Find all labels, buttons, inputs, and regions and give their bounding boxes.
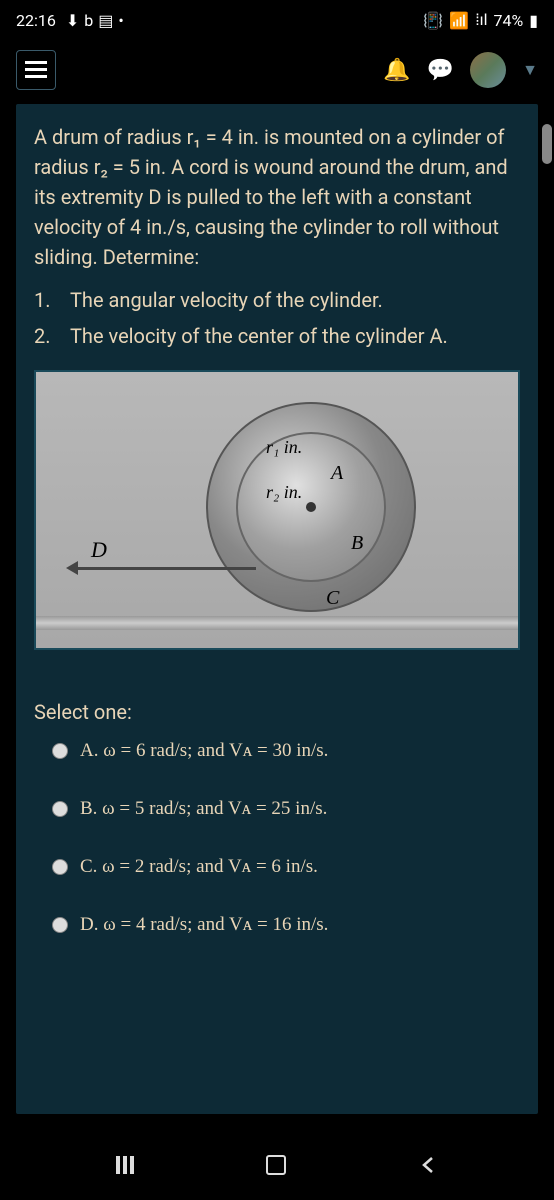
diagram: r₁ in. r₂ in. A B C D: [34, 370, 520, 650]
recent-icon: [116, 1156, 134, 1174]
status-right: 📳 📶 ⁞ıl 74% ▮: [423, 10, 538, 30]
option-c-text: C. ω = 2 rad/s; and Vᴀ = 6 in/s.: [80, 856, 318, 878]
list-item: 2. The velocity of the center of the cyl…: [34, 320, 520, 352]
menu-icon: [25, 61, 47, 79]
header-right: 🔔 💬 ▼: [383, 52, 538, 88]
status-left: 22:16 ⬇ b ▤ •: [16, 11, 124, 30]
avatar[interactable]: [470, 52, 506, 88]
status-time: 22:16: [16, 11, 56, 30]
cord-line: [76, 567, 256, 570]
label-C: C: [326, 587, 339, 610]
option-a[interactable]: A. ω = 6 rad/s; and Vᴀ = 30 in/s.: [34, 740, 520, 762]
app-header: 🔔 💬 ▼: [0, 40, 554, 100]
status-notif-icons: ⬇ b ▤ •: [66, 11, 124, 30]
option-d-text: D. ω = 4 rad/s; and Vᴀ = 16 in/s.: [80, 914, 328, 936]
cord-arrow-icon: [66, 561, 78, 575]
vibrate-icon: 📳: [423, 11, 443, 30]
chevron-down-icon[interactable]: ▼: [522, 60, 538, 80]
radio-a[interactable]: [52, 743, 68, 759]
select-one-label: Select one:: [34, 700, 520, 724]
signal-icon: ⁞ıl: [475, 10, 487, 30]
question-card: A drum of radius r₁ = 4 in. is mounted o…: [16, 104, 538, 1114]
list-num-1: 1.: [34, 284, 54, 316]
label-r2: r₂ in.: [266, 482, 302, 503]
radio-d[interactable]: [52, 917, 68, 933]
menu-button[interactable]: [16, 50, 56, 90]
image-icon: ▤: [98, 11, 113, 30]
option-d[interactable]: D. ω = 4 rad/s; and Vᴀ = 16 in/s.: [34, 914, 520, 936]
status-bar: 22:16 ⬇ b ▤ • 📳 📶 ⁞ıl 74% ▮: [0, 0, 554, 40]
list-num-2: 2.: [34, 320, 54, 352]
nav-home-button[interactable]: [266, 1155, 286, 1175]
list-text-1: The angular velocity of the cylinder.: [70, 284, 383, 316]
option-b-text: B. ω = 5 rad/s; and Vᴀ = 25 in/s.: [80, 798, 327, 820]
radio-b[interactable]: [52, 801, 68, 817]
nav-bar: [0, 1130, 554, 1200]
option-c[interactable]: C. ω = 2 rad/s; and Vᴀ = 6 in/s.: [34, 856, 520, 878]
list-item: 1. The angular velocity of the cylinder.: [34, 284, 520, 316]
wifi-icon: 📶: [449, 11, 469, 30]
battery-icon: ▮: [529, 11, 538, 30]
label-A: A: [331, 462, 343, 485]
nav-recent-button[interactable]: [116, 1156, 134, 1174]
back-icon: [418, 1155, 438, 1175]
label-D: D: [91, 537, 107, 563]
bell-icon[interactable]: 🔔: [383, 58, 410, 83]
nav-back-button[interactable]: [418, 1155, 438, 1175]
scrollbar[interactable]: [542, 124, 552, 164]
option-a-text: A. ω = 6 rad/s; and Vᴀ = 30 in/s.: [80, 740, 328, 762]
download-icon: ⬇: [66, 11, 79, 30]
chat-icon[interactable]: 💬: [427, 58, 454, 83]
label-r1: r₁ in.: [266, 437, 302, 458]
label-B: B: [351, 532, 363, 555]
battery-percent: 74%: [493, 11, 523, 30]
dot-icon: •: [118, 11, 123, 30]
center-point: [306, 502, 316, 512]
home-icon: [266, 1155, 286, 1175]
b-icon: b: [84, 11, 93, 30]
radio-c[interactable]: [52, 859, 68, 875]
ground: [36, 616, 518, 630]
list-text-2: The velocity of the center of the cylind…: [70, 320, 448, 352]
option-b[interactable]: B. ω = 5 rad/s; and Vᴀ = 25 in/s.: [34, 798, 520, 820]
problem-text: A drum of radius r₁ = 4 in. is mounted o…: [34, 122, 520, 272]
